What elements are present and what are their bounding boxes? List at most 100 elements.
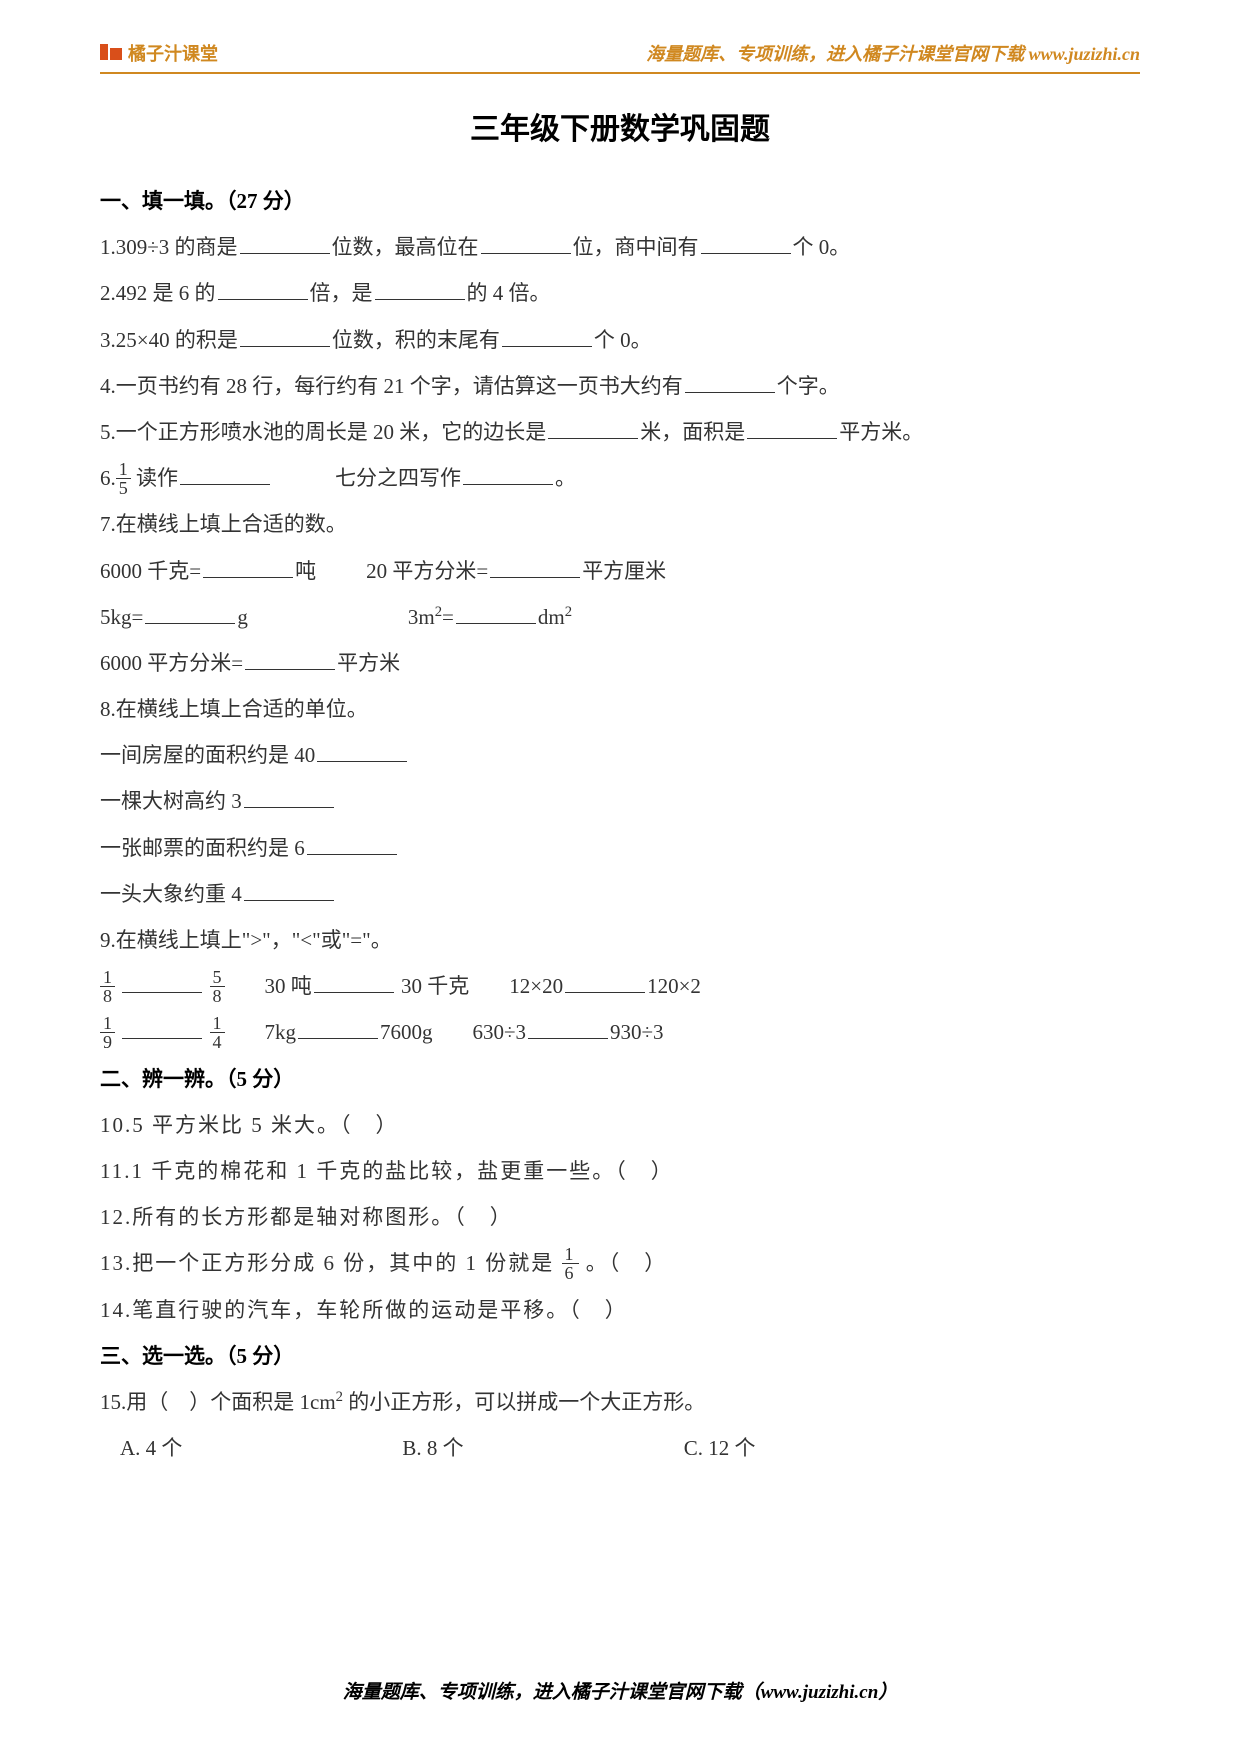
frac-num: 1 [562,1245,579,1264]
blank[interactable] [375,277,465,300]
q7-5b: 平方米 [337,651,400,675]
q7-2a: 20 平方分米= [366,559,488,583]
blank[interactable] [218,277,308,300]
question-14: 14.笔直行驶的汽车，车轮所做的运动是平移。（ ） [100,1287,1140,1333]
option-c[interactable]: C. 12 个 [684,1425,756,1471]
q9r1c: 30 千克 [401,974,469,998]
blank[interactable] [244,785,334,808]
question-9-row1: 18 58 30 吨 30 千克 12×20120×2 [100,963,1140,1009]
q9r2d: 630÷3 [473,1020,527,1044]
blank[interactable] [240,231,330,254]
blank[interactable] [145,601,235,624]
blank[interactable] [203,554,293,577]
page-header: 橘子汁课堂 海量题库、专项训练，进入橘子汁课堂官网下载 www.juzizhi.… [100,40,1140,74]
question-7-row3: 6000 平方分米= 平方米 [100,640,1140,686]
q1-text-d: 个 0。 [793,235,851,259]
blank[interactable] [244,878,334,901]
q4-text-a: 4.一页书约有 28 行，每行约有 21 个字，请估算这一页书大约有 [100,374,683,398]
blank[interactable] [747,416,837,439]
question-6: 6.15 读作 七分之四写作。 [100,455,1140,501]
question-7-row2: 5kg=g 3m2=dm2 [100,594,1140,640]
header-right-text: 海量题库、专项训练，进入橘子汁课堂官网下载 www.juzizhi.cn [646,40,1140,66]
page-title: 三年级下册数学巩固题 [100,104,1140,148]
question-9: 9.在横线上填上">"，"<"或"="。 [100,917,1140,963]
q6-text-b: 读作 [131,466,178,490]
blank[interactable] [245,647,335,670]
q3-text-b: 位数，积的末尾有 [332,328,500,352]
q6-text-d: 。 [555,466,576,490]
blank[interactable] [317,739,407,762]
question-7: 7.在横线上填上合适的数。 [100,501,1140,547]
blank[interactable] [490,554,580,577]
q15-b: 的小正方形，可以拼成一个大正方形。 [343,1390,705,1414]
question-10: 10.5 平方米比 5 米大。（ ） [100,1102,1140,1148]
q2-text-b: 倍，是 [310,281,373,305]
blank[interactable] [307,832,397,855]
q4-text-b: 个字。 [777,374,840,398]
question-8-4: 一头大象约重 4 [100,871,1140,917]
fraction: 19 [100,1014,115,1051]
q1-text-b: 位数，最高位在 [332,235,479,259]
question-2: 2.492 是 6 的倍，是的 4 倍。 [100,270,1140,316]
blank[interactable] [122,1016,202,1039]
question-12: 12.所有的长方形都是轴对称图形。（ ） [100,1194,1140,1240]
fraction: 16 [562,1245,579,1282]
q9r2c: 7600g [380,1020,433,1044]
logo-text: 橘子汁课堂 [128,40,218,66]
blank[interactable] [685,370,775,393]
frac-num: 1 [210,1014,225,1033]
blank[interactable] [298,1016,378,1039]
question-3: 3.25×40 的积是位数，积的末尾有个 0。 [100,317,1140,363]
blank[interactable] [463,462,553,485]
fraction: 18 [100,968,115,1005]
question-13: 13.把一个正方形分成 6 份，其中的 1 份就是 16 。（ ） [100,1240,1140,1286]
q2-text-c: 的 4 倍。 [467,281,551,305]
blank[interactable] [456,601,536,624]
section-3-head: 三、选一选。（5 分） [100,1333,1140,1379]
frac-num: 5 [210,968,225,987]
blank[interactable] [180,462,270,485]
q15-a: 15.用（ ）个面积是 1cm [100,1390,336,1414]
question-8: 8.在横线上填上合适的单位。 [100,686,1140,732]
blank[interactable] [528,1016,608,1039]
q8-1: 一间房屋的面积约是 40 [100,743,315,767]
question-15: 15.用（ ）个面积是 1cm2 的小正方形，可以拼成一个大正方形。 [100,1379,1140,1425]
frac-den: 4 [210,1033,225,1051]
question-9-row2: 19 14 7kg7600g 630÷3930÷3 [100,1009,1140,1055]
q8-2: 一棵大树高约 3 [100,789,242,813]
blank[interactable] [481,231,571,254]
content-body: 一、填一填。（27 分） 1.309÷3 的商是位数，最高位在位，商中间有个 0… [100,178,1140,1471]
frac-num: 1 [100,1014,115,1033]
q9r1b: 30 吨 [265,974,312,998]
q9r2b: 7kg [265,1020,297,1044]
question-15-options: A. 4 个 B. 8 个 C. 12 个 [100,1425,1140,1471]
frac-den: 8 [100,987,115,1005]
q5-text-b: 米，面积是 [640,420,745,444]
frac-den: 6 [562,1264,579,1282]
blank[interactable] [314,970,394,993]
page-footer: 海量题库、专项训练，进入橘子汁课堂官网下载（www.juzizhi.cn） [0,1677,1240,1704]
question-8-2: 一棵大树高约 3 [100,778,1140,824]
blank[interactable] [548,416,638,439]
blank[interactable] [240,323,330,346]
fraction: 58 [210,968,225,1005]
blank[interactable] [502,323,592,346]
q5-text-a: 5.一个正方形喷水池的周长是 20 米，它的边长是 [100,420,546,444]
q3-text-c: 个 0。 [594,328,652,352]
blank[interactable] [701,231,791,254]
frac-den: 5 [116,479,131,497]
option-b[interactable]: B. 8 个 [402,1425,463,1471]
q1-text-a: 1.309÷3 的商是 [100,235,238,259]
q8-4: 一头大象约重 4 [100,882,242,906]
option-a[interactable]: A. 4 个 [120,1425,182,1471]
q7-2b: 平方厘米 [582,559,666,583]
q6-text-c: 七分之四写作 [335,466,461,490]
q13-a: 13.把一个正方形分成 6 份，其中的 1 份就是 [100,1251,562,1275]
blank[interactable] [122,970,202,993]
q7-5a: 6000 平方分米= [100,651,243,675]
blank[interactable] [565,970,645,993]
q7-4b: = [442,605,454,629]
logo: 橘子汁课堂 [100,40,218,66]
q7-4c: dm [538,605,565,629]
logo-icon [100,42,122,64]
